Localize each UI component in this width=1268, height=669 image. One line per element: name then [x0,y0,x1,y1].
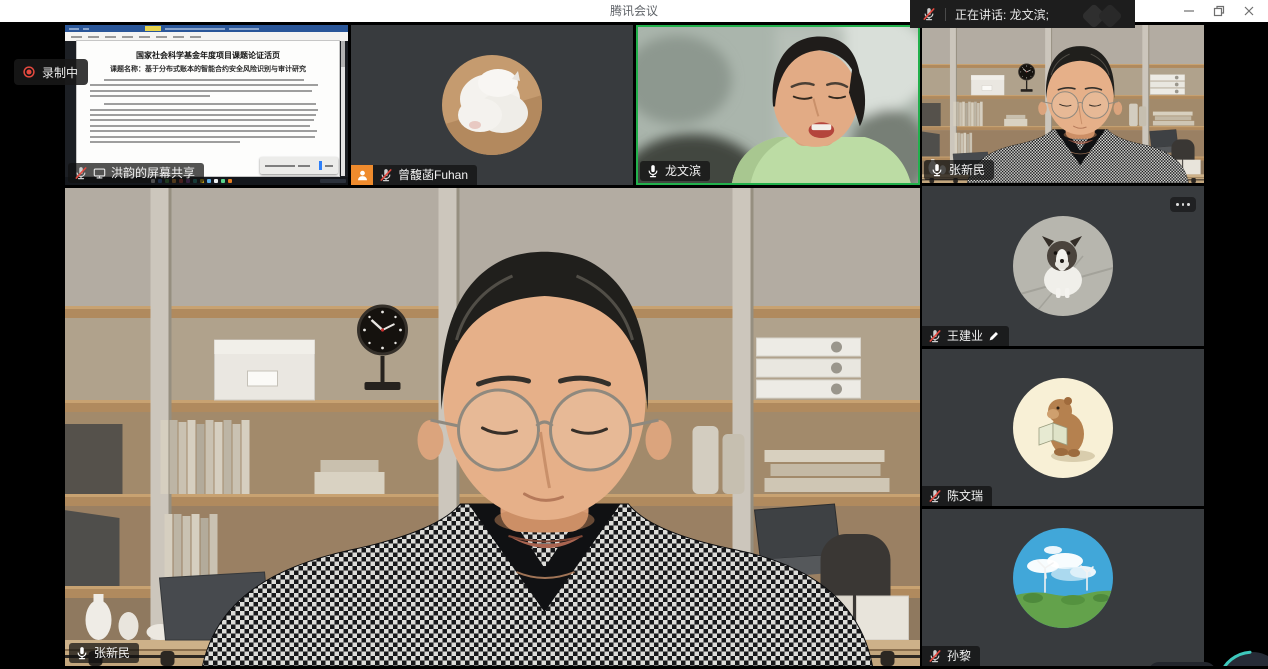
video-tile-zengfuhan[interactable]: 曾馥菡Fuhan [351,25,633,185]
webcam-video [65,188,920,666]
mic-on-icon [646,164,660,178]
meeting-window: 腾讯会议 正在讲话: 龙文滨; 录制中 国家社会科学基金年度项目课题论证活页 课… [0,0,1268,666]
video-tile-chenwenrui[interactable]: 陈文瑞 [922,349,1204,506]
participant-name: 陈文瑞 [947,489,983,503]
shared-word-menubar [65,32,348,41]
mic-muted-icon [928,649,942,663]
participant-name: 曾馥菡Fuhan [398,168,468,182]
participant-name: 孙黎 [947,649,971,663]
document-scrollbar[interactable] [341,41,345,176]
maximize-button[interactable] [1204,0,1234,22]
participant-label: 孙黎 [922,646,980,666]
avatar [442,55,542,155]
participant-label: 曾馥菡Fuhan [373,165,477,185]
screen-share-icon [93,167,106,180]
host-badge-icon [351,165,373,185]
mic-muted-icon [922,7,936,21]
rename-pencil-icon[interactable] [988,330,1000,342]
minimize-button[interactable] [1174,0,1204,22]
divider [945,8,946,21]
participant-name: 洪韵的屏幕共享 [111,166,195,180]
shared-word-titlebar [65,25,348,32]
video-tile-wangjianye[interactable]: 王建业 [922,186,1204,346]
participant-name: 王建业 [947,329,983,343]
recording-badge[interactable]: 录制中 [14,59,88,85]
speaking-indicator: 正在讲话: 龙文滨; [910,0,1135,28]
shared-document-page: 国家社会科学基金年度项目课题论证活页 课题名称：基于分布式账本的智能合约安全风险… [77,41,339,176]
participant-label: 洪韵的屏幕共享 [68,163,204,183]
video-tile-zhangxinmin[interactable]: 张新民 [922,25,1204,183]
mic-on-icon [75,646,89,660]
record-icon [22,65,36,79]
participant-name: 龙文滨 [665,164,701,178]
participant-name: 张新民 [94,646,130,660]
mic-muted-icon [74,166,88,180]
participant-label: 张新民 [924,160,994,180]
screen-share-tile[interactable]: 国家社会科学基金年度项目课题论证活页 课题名称：基于分布式账本的智能合约安全风险… [65,25,348,185]
avatar [1013,378,1113,478]
main-video-zhangxinmin[interactable]: 张新民 [65,188,920,666]
mic-on-icon [930,163,944,177]
close-button[interactable] [1234,0,1264,22]
avatar [1013,528,1113,628]
video-tile-longwenbin-active-speaker[interactable]: 龙文滨 [636,25,920,185]
shared-screen-popup [260,157,338,174]
mic-muted-icon [379,168,393,182]
document-body-lines [90,79,326,143]
more-options-button[interactable] [1170,197,1196,212]
participant-label: 龙文滨 [640,161,710,181]
mic-muted-icon [928,329,942,343]
document-subtitle: 课题名称：基于分布式账本的智能合约安全风险识别与审计研究 [77,64,339,74]
speaking-text: 正在讲话: 龙文滨; [955,6,1049,23]
participant-label: 陈文瑞 [922,486,992,506]
floating-assistant-button[interactable] [1148,620,1268,666]
tencent-meeting-logo-icon [1081,3,1131,28]
participant-label: 张新民 [69,643,139,663]
participant-name: 张新民 [949,163,985,177]
window-controls [1174,0,1264,22]
participant-label: 王建业 [922,326,1009,346]
mic-muted-icon [928,489,942,503]
document-title: 国家社会科学基金年度项目课题论证活页 [77,50,339,61]
recording-label: 录制中 [42,64,78,81]
avatar [1013,216,1113,316]
webcam-video [638,27,918,183]
